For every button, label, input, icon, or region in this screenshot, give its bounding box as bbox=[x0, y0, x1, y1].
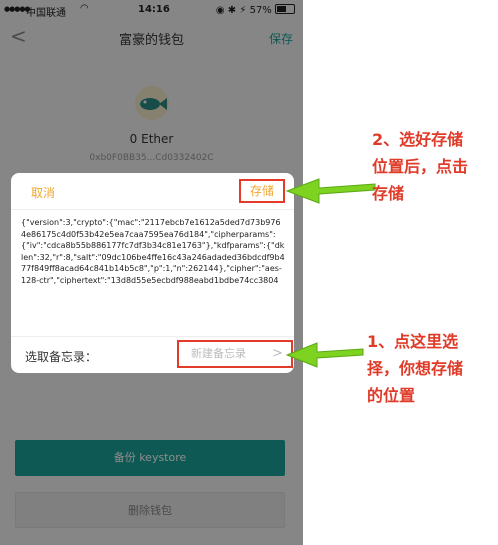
green-arrow-memo bbox=[285, 342, 364, 368]
dialog-header: 取消 存储 bbox=[11, 173, 294, 210]
new-memo-label: 新建备忘录 bbox=[191, 347, 246, 360]
cancel-button[interactable]: 取消 bbox=[31, 184, 55, 201]
store-button[interactable]: 存储 bbox=[239, 179, 285, 203]
phone-screen: ●●●●● 中国联通 ◠ 14:16 ◉ ✱ ⚡ 57% < 富豪的钱包 保存 … bbox=[0, 0, 303, 545]
annotation-memo-line: 1、点这里选 bbox=[367, 332, 459, 351]
annotation-memo-line: 的位置 bbox=[367, 386, 416, 405]
annotation-memo-line: 择，你想存储 bbox=[367, 359, 464, 378]
select-memo-label: 选取备忘录： bbox=[25, 350, 98, 364]
chevron-right-icon: > bbox=[272, 346, 283, 361]
annotation-store-line: 2、选好存储 bbox=[372, 130, 464, 149]
keystore-json-text: {"version":3,"crypto":{"mac":"2117ebcb7e… bbox=[21, 218, 285, 285]
annotation-store-line: 位置后，点击 bbox=[372, 157, 469, 176]
annotation-store: 2、选好存储 位置后，点击 存储 bbox=[372, 126, 468, 207]
annotation-memo: 1、点这里选 择，你想存储 的位置 bbox=[367, 328, 463, 409]
save-keystore-dialog: 取消 存储 {"version":3,"crypto":{"mac":"2117… bbox=[11, 173, 294, 373]
new-memo-button[interactable]: 新建备忘录 > bbox=[177, 340, 293, 368]
green-arrow-store bbox=[285, 178, 376, 204]
annotation-store-line: 存储 bbox=[372, 184, 405, 203]
memo-select-row: 选取备忘录： 新建备忘录 > bbox=[11, 336, 294, 373]
